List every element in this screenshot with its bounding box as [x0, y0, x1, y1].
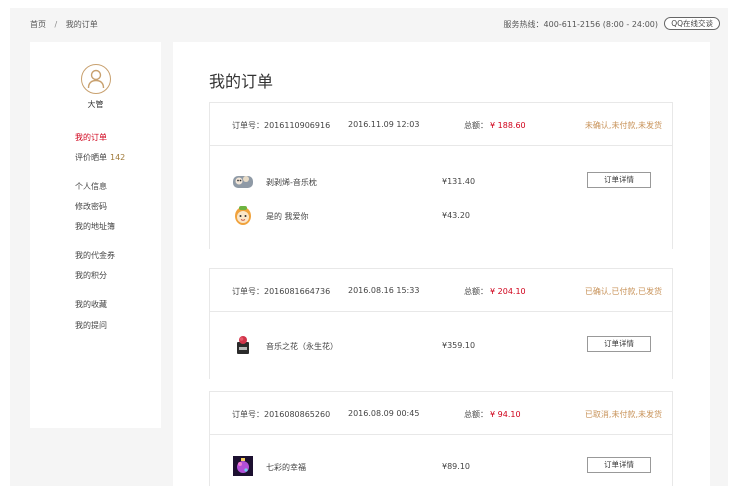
sidebar-item-label: 我的提问: [75, 321, 107, 330]
sidebar-item-label: 我的地址簿: [75, 222, 115, 231]
flower-box-thumb[interactable]: [232, 334, 254, 356]
order-items: 音乐之花（永生花） ¥359.10 订单详情: [210, 312, 672, 379]
username: 大管: [87, 100, 104, 109]
order-total-amount: ¥ 204.10: [490, 287, 526, 296]
order-total: 总额： ¥ 94.10: [464, 409, 521, 420]
item-name[interactable]: 是的 我爱你: [266, 211, 309, 222]
order-status: 未确认,未付款,未发货: [584, 121, 662, 130]
sidebar-item-reviews[interactable]: 评价晒单 142: [75, 152, 125, 163]
order-items: 七彩的幸福 ¥89.10 订单详情: [210, 435, 672, 486]
service-hotline: 服务热线：400-611-2156 (8:00 - 24:00): [503, 20, 658, 29]
sidebar-item-points[interactable]: 我的积分: [75, 270, 107, 281]
sidebar-item-label: 修改密码: [75, 202, 107, 211]
order-detail-button[interactable]: 订单详情: [587, 457, 651, 473]
order-card: 订单号：2016081664736 2016.08.16 15:33 总额： ¥ …: [209, 268, 673, 379]
sidebar-item-questions[interactable]: 我的提问: [75, 320, 107, 331]
avatar[interactable]: [81, 64, 111, 94]
item-price: ¥43.20: [442, 211, 470, 220]
order-total: 总额： ¥ 188.60: [464, 120, 526, 131]
breadcrumb-current: 我的订单: [65, 20, 98, 29]
order-total-label: 总额：: [464, 121, 488, 130]
order-total-label: 总额：: [464, 287, 488, 296]
order-number: 订单号：2016110906916: [232, 121, 331, 130]
item-name[interactable]: 七彩的幸福: [266, 462, 306, 473]
order-total: 总额： ¥ 204.10: [464, 286, 526, 297]
breadcrumb-separator: /: [54, 20, 58, 29]
order-item: 是的 我爱你 ¥43.20: [232, 204, 652, 228]
sidebar-item-address-book[interactable]: 我的地址簿: [75, 221, 115, 232]
order-total-amount: ¥ 188.60: [490, 121, 526, 130]
order-number: 订单号：2016080865260: [232, 410, 331, 419]
order-date: 2016.08.09 00:45: [348, 409, 420, 418]
order-header: 订单号：2016080865260 2016.08.09 00:45 总额： ¥ …: [210, 392, 672, 435]
order-number: 订单号：2016081664736: [232, 287, 331, 296]
top-bar: 首页 / 我的订单 服务热线：400-611-2156 (8:00 - 24:0…: [10, 8, 728, 38]
order-detail-button[interactable]: 订单详情: [587, 172, 651, 188]
order-detail-button[interactable]: 订单详情: [587, 336, 651, 352]
sidebar-item-profile[interactable]: 个人信息: [75, 181, 107, 192]
order-status: 已确认,已付款,已发货: [584, 287, 662, 296]
order-date: 2016.08.16 15:33: [348, 286, 420, 295]
item-price: ¥131.40: [442, 177, 476, 186]
order-header: 订单号：2016110906916 2016.11.09 12:03 总额： ¥ …: [210, 103, 672, 146]
sidebar-item-label: 我的积分: [75, 271, 107, 280]
order-status: 已取消,未付款,未发货: [584, 410, 662, 419]
order-card: 订单号：2016080865260 2016.08.09 00:45 总额： ¥ …: [209, 391, 673, 486]
order-date: 2016.11.09 12:03: [348, 120, 420, 129]
item-name[interactable]: 音乐之花（永生花）: [266, 341, 338, 352]
order-total-amount: ¥ 94.10: [490, 410, 521, 419]
main-content: 我的订单 订单号：2016110906916 2016.11.09 12:03 …: [173, 42, 710, 486]
sidebar-item-label: 评价晒单: [75, 153, 107, 162]
page-title: 我的订单: [209, 72, 274, 91]
breadcrumb-home[interactable]: 首页: [30, 19, 46, 30]
user-icon: [87, 69, 105, 89]
egg-doll-thumb[interactable]: [232, 204, 254, 226]
item-price: ¥89.10: [442, 462, 470, 471]
sidebar-item-label: 我的代金券: [75, 251, 115, 260]
order-header: 订单号：2016081664736 2016.08.16 15:33 总额： ¥ …: [210, 269, 672, 312]
order-total-label: 总额：: [464, 410, 488, 419]
sidebar-item-change-password[interactable]: 修改密码: [75, 201, 107, 212]
breadcrumb: 首页 / 我的订单: [30, 19, 98, 30]
sidebar-item-vouchers[interactable]: 我的代金券: [75, 250, 115, 261]
qq-chat-button[interactable]: QQ在线交谈: [664, 17, 720, 30]
sidebar-item-label: 我的订单: [75, 133, 107, 142]
reviews-count-badge: 142: [110, 153, 126, 162]
order-card: 订单号：2016110906916 2016.11.09 12:03 总额： ¥ …: [209, 102, 673, 249]
sidebar: 大管 我的订单 评价晒单 142 个人信息 修改密码 我的地址簿 我的代金券 我的…: [30, 42, 161, 428]
item-price: ¥359.10: [442, 341, 476, 350]
order-items: 剥剥烯-音乐枕 ¥131.40 是的 我爱你 ¥43.20 订单详情: [210, 146, 672, 249]
item-name[interactable]: 剥剥烯-音乐枕: [266, 177, 317, 188]
sidebar-item-favorites[interactable]: 我的收藏: [75, 299, 107, 310]
sidebar-item-label: 个人信息: [75, 182, 107, 191]
sidebar-item-label: 我的收藏: [75, 300, 107, 309]
page-frame: 首页 / 我的订单 服务热线：400-611-2156 (8:00 - 24:0…: [10, 8, 728, 486]
colorful-gift-thumb[interactable]: [232, 455, 254, 477]
sidebar-item-my-orders[interactable]: 我的订单: [75, 132, 107, 143]
pillow-thumb[interactable]: [232, 170, 254, 192]
